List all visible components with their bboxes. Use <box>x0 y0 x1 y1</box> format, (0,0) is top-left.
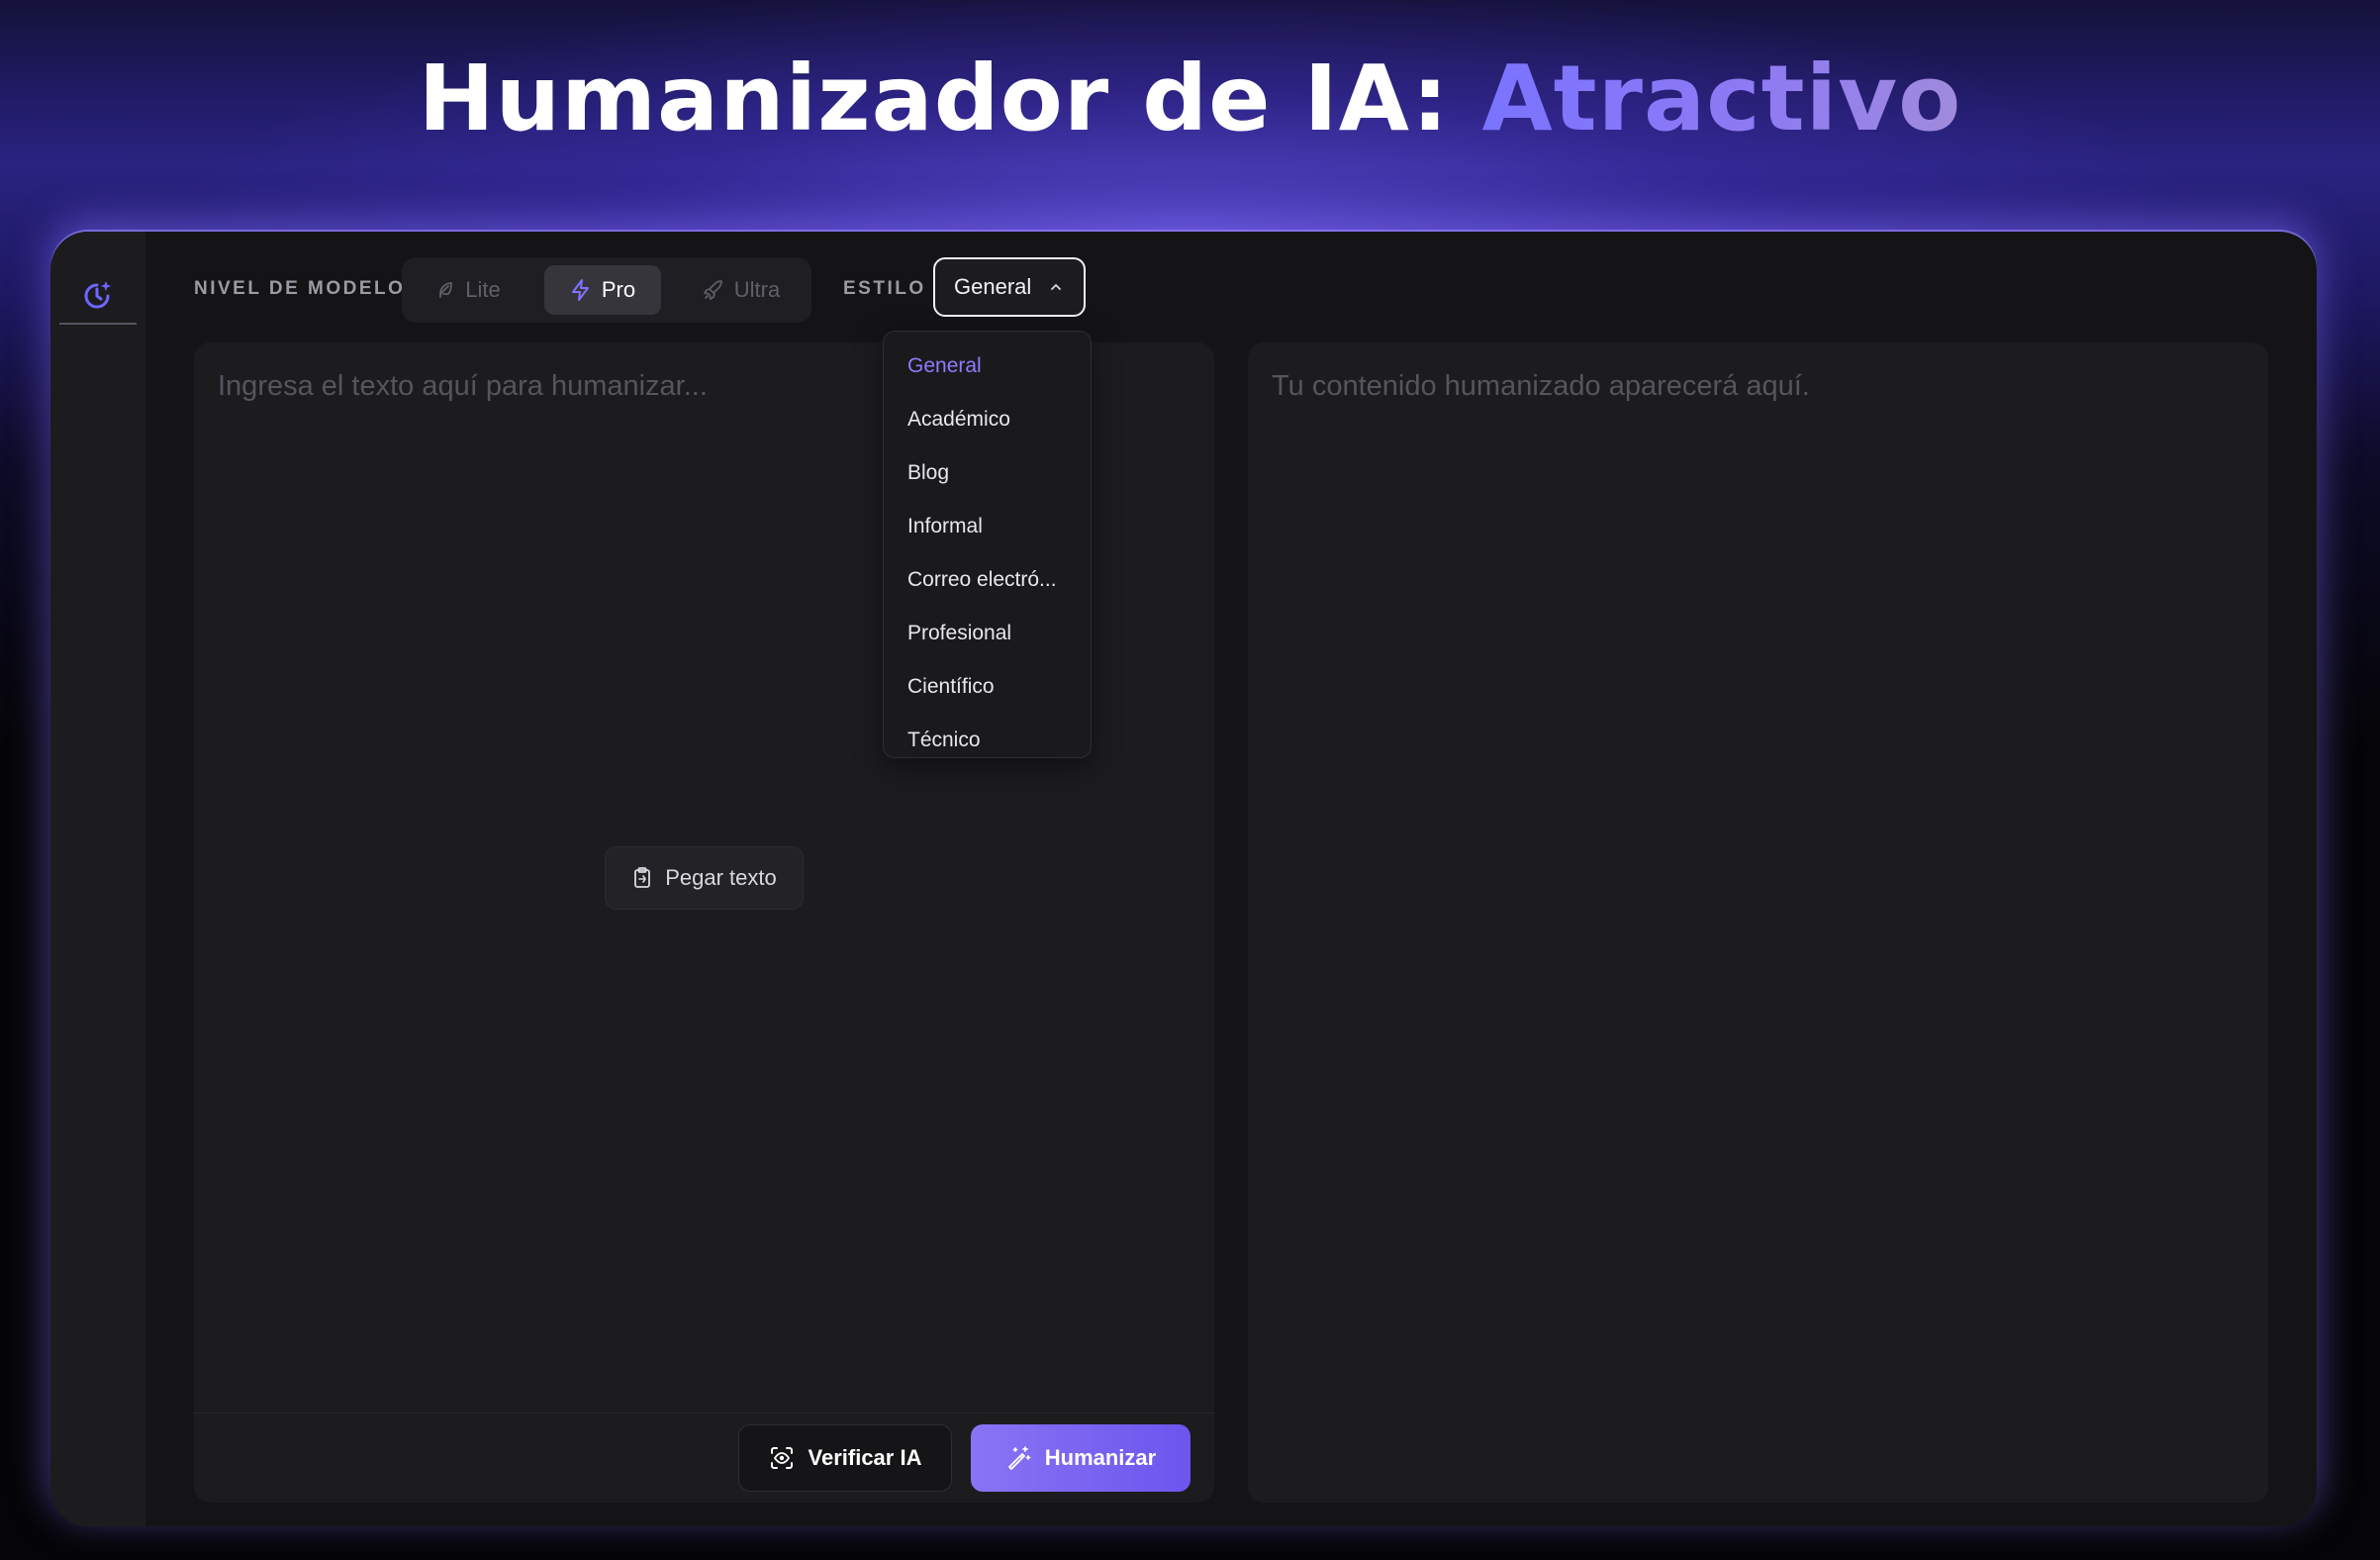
style-option-technical[interactable]: Técnico <box>884 714 1091 767</box>
history-button[interactable] <box>59 265 137 325</box>
style-option-general[interactable]: General <box>884 340 1091 393</box>
model-option-label: Lite <box>465 277 501 302</box>
scan-eye-icon <box>769 1445 795 1471</box>
style-select[interactable]: General <box>933 257 1086 317</box>
feather-icon <box>435 280 455 300</box>
style-dropdown-menu: General Académico Blog Informal Correo e… <box>883 331 1092 758</box>
humanizer-panel: NIVEL DE MODELO Lite Pro Ultra ESTILO Ge… <box>50 232 2317 1526</box>
model-option-label: Ultra <box>733 277 781 302</box>
model-level-label: NIVEL DE MODELO <box>194 278 406 299</box>
verify-ai-button[interactable]: Verificar IA <box>738 1424 952 1492</box>
output-panel: Tu contenido humanizado aparecerá aquí. <box>1248 342 2268 1503</box>
magic-wand-icon <box>1005 1445 1031 1471</box>
clipboard-icon <box>631 866 653 890</box>
verify-ai-label: Verificar IA <box>808 1445 922 1470</box>
model-option-ultra[interactable]: Ultra <box>681 265 802 315</box>
rocket-icon <box>703 279 724 301</box>
page-title-prefix: Humanizador de IA: <box>418 46 1450 151</box>
style-label: ESTILO <box>843 278 926 299</box>
paste-text-button[interactable]: Pegar texto <box>605 846 804 910</box>
style-option-informal[interactable]: Informal <box>884 500 1091 553</box>
model-level-selector: Lite Pro Ultra <box>402 257 811 323</box>
style-option-email[interactable]: Correo electró... <box>884 553 1091 607</box>
style-select-value: General <box>954 274 1032 299</box>
chevron-up-icon <box>1049 282 1063 292</box>
page-title-accent: Atractivo <box>1481 46 1962 151</box>
lightning-icon <box>570 278 592 302</box>
history-sparkle-icon <box>81 277 115 311</box>
style-option-scientific[interactable]: Científico <box>884 660 1091 714</box>
humanize-label: Humanizar <box>1044 1445 1157 1470</box>
style-option-academic[interactable]: Académico <box>884 393 1091 446</box>
style-option-professional[interactable]: Profesional <box>884 607 1091 660</box>
humanize-button[interactable]: Humanizar <box>971 1424 1190 1492</box>
page-title: Humanizador de IA: Atractivo <box>0 46 2380 151</box>
output-placeholder: Tu contenido humanizado aparecerá aquí. <box>1272 370 1810 402</box>
model-option-label: Pro <box>601 277 636 302</box>
style-option-blog[interactable]: Blog <box>884 446 1091 500</box>
paste-text-label: Pegar texto <box>665 865 777 890</box>
model-option-lite[interactable]: Lite <box>414 265 523 315</box>
sidebar <box>50 232 145 1526</box>
model-option-pro[interactable]: Pro <box>544 265 661 315</box>
editor-footer: Verificar IA Humanizar <box>194 1413 1214 1503</box>
